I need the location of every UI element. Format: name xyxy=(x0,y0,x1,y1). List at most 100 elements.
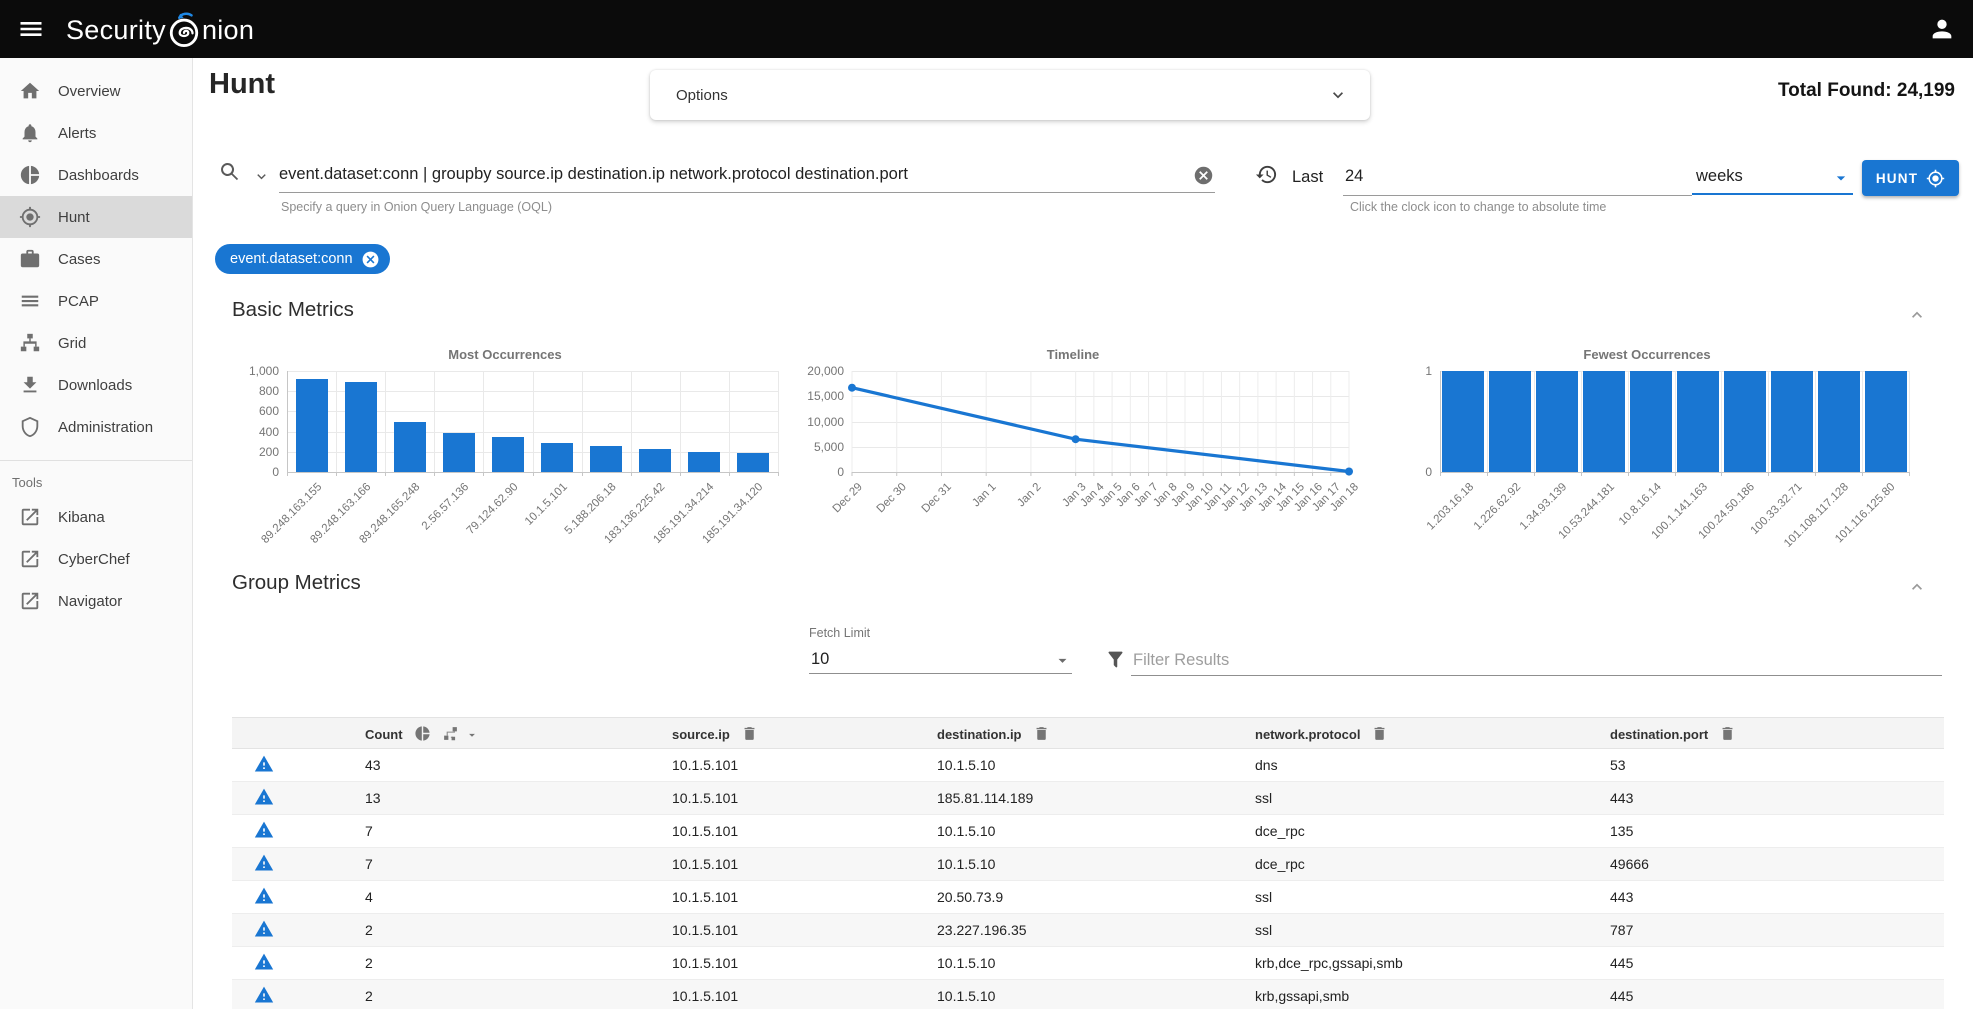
x-axis-tick-label: 2.56.57.136 xyxy=(420,481,471,532)
bar xyxy=(394,422,426,473)
column-header-label: Count xyxy=(365,727,403,742)
query-input[interactable] xyxy=(279,157,1215,193)
groupby-options-icon[interactable] xyxy=(442,725,459,742)
sidebar-item-dashboards[interactable]: Dashboards xyxy=(0,154,192,196)
sidebar-tool-cyberchef[interactable]: CyberChef xyxy=(0,538,192,580)
y-axis-tick-label: 600 xyxy=(209,404,279,418)
sidebar-item-pcap[interactable]: PCAP xyxy=(0,280,192,322)
sidebar-tool-kibana[interactable]: Kibana xyxy=(0,496,192,538)
filter-results-input[interactable] xyxy=(1131,646,1942,676)
column-header-network-protocol[interactable]: network.protocol xyxy=(1216,718,1571,749)
query-history-chevron-icon[interactable] xyxy=(253,168,270,185)
bar xyxy=(737,453,769,472)
chart-title: Fewest Occurrences xyxy=(1385,347,1909,362)
pie-icon xyxy=(19,164,41,186)
chart-title: Timeline xyxy=(797,347,1349,362)
cell-destination-ip: 20.50.73.9 xyxy=(898,881,1216,914)
basic-metrics-charts: Most Occurrences02004006008001,00089.248… xyxy=(193,346,1973,572)
external-link-icon xyxy=(19,590,41,612)
sidebar-item-administration[interactable]: Administration xyxy=(0,406,192,448)
filter-chip[interactable]: event.dataset:conn xyxy=(215,244,390,274)
axis-tick xyxy=(1487,472,1488,476)
row-alert-cell xyxy=(232,848,326,881)
time-unit-select[interactable]: weeks xyxy=(1692,157,1853,195)
clear-query-icon[interactable] xyxy=(1193,165,1214,186)
alert-triangle-icon[interactable] xyxy=(254,820,274,840)
column-header-destination-port[interactable]: destination.port xyxy=(1571,718,1944,749)
fetch-limit-select[interactable]: 10 xyxy=(809,645,1072,674)
table-row[interactable]: 210.1.5.10123.227.196.35ssl787 xyxy=(232,914,1944,947)
caret-down-icon[interactable] xyxy=(465,728,479,742)
alert-triangle-icon[interactable] xyxy=(254,787,274,807)
table-row[interactable]: 1310.1.5.101185.81.114.189ssl443 xyxy=(232,782,1944,815)
collapse-basic-metrics-icon[interactable] xyxy=(1907,305,1927,325)
options-panel[interactable]: Options xyxy=(650,70,1370,120)
sidebar-item-label: Downloads xyxy=(58,377,132,394)
table-row[interactable]: 410.1.5.10120.50.73.9ssl443 xyxy=(232,881,1944,914)
bar xyxy=(1536,371,1578,472)
sidebar-item-downloads[interactable]: Downloads xyxy=(0,364,192,406)
bell-icon xyxy=(19,122,41,144)
remove-column-icon[interactable] xyxy=(1719,725,1736,742)
table-row[interactable]: 710.1.5.10110.1.5.10dce_rpc135 xyxy=(232,815,1944,848)
bar xyxy=(1489,371,1531,472)
table-row[interactable]: 710.1.5.10110.1.5.10dce_rpc49666 xyxy=(232,848,1944,881)
cell-destination-port: 53 xyxy=(1571,749,1944,782)
bar xyxy=(688,452,720,472)
sidebar-item-cases[interactable]: Cases xyxy=(0,238,192,280)
y-axis-tick-label: 200 xyxy=(209,445,279,459)
time-helper-text: Click the clock icon to change to absolu… xyxy=(1350,200,1606,214)
gridline-v xyxy=(1534,371,1535,472)
sidebar-item-label: Hunt xyxy=(58,209,90,226)
remove-column-icon[interactable] xyxy=(1033,725,1050,742)
hunt-button[interactable]: HUNT xyxy=(1862,160,1959,196)
sidebar-item-overview[interactable]: Overview xyxy=(0,70,192,112)
page-title: Hunt xyxy=(209,68,275,101)
gridline-v xyxy=(287,371,288,472)
axis-tick xyxy=(1768,472,1769,476)
sidebar-item-grid[interactable]: Grid xyxy=(0,322,192,364)
table-header: Count source.ipdestination.ipnetwork.prot… xyxy=(232,718,1944,749)
alert-triangle-icon[interactable] xyxy=(254,985,274,1005)
y-axis-tick-label: 1,000 xyxy=(209,364,279,378)
sidebar-item-hunt[interactable]: Hunt xyxy=(0,196,192,238)
axis-tick xyxy=(1909,472,1910,476)
account-icon[interactable] xyxy=(1928,15,1956,43)
row-alert-cell xyxy=(232,947,326,980)
hunt-button-label: HUNT xyxy=(1876,171,1918,186)
table-row[interactable]: 4310.1.5.10110.1.5.10dns53 xyxy=(232,749,1944,782)
alert-triangle-icon[interactable] xyxy=(254,919,274,939)
duration-input[interactable] xyxy=(1343,157,1692,196)
total-found: Total Found: 24,199 xyxy=(1778,80,1955,102)
bar xyxy=(541,443,573,472)
table-row[interactable]: 210.1.5.10110.1.5.10krb,gssapi,smb445 xyxy=(232,980,1944,1009)
column-header-source-ip[interactable]: source.ip xyxy=(633,718,898,749)
y-axis-tick-label: 800 xyxy=(209,384,279,398)
home-icon xyxy=(19,80,41,102)
pie-chart-toggle-icon[interactable] xyxy=(414,725,431,742)
cell-destination-port: 49666 xyxy=(1571,848,1944,881)
sidebar-item-alerts[interactable]: Alerts xyxy=(0,112,192,154)
cell-source-ip: 10.1.5.101 xyxy=(633,947,898,980)
collapse-group-metrics-icon[interactable] xyxy=(1907,577,1927,597)
column-header-destination-ip[interactable]: destination.ip xyxy=(898,718,1216,749)
alert-triangle-icon[interactable] xyxy=(254,853,274,873)
remove-column-icon[interactable] xyxy=(1371,725,1388,742)
alert-triangle-icon[interactable] xyxy=(254,886,274,906)
axis-tick xyxy=(533,472,534,476)
alert-triangle-icon[interactable] xyxy=(254,952,274,972)
column-header-Count[interactable]: Count xyxy=(326,718,633,749)
x-axis-tick-label: 10.8.16.14 xyxy=(1617,481,1664,528)
gridline-v xyxy=(582,371,583,472)
sitemap-icon xyxy=(19,332,41,354)
sidebar-item-label: Grid xyxy=(58,335,86,352)
remove-filter-icon[interactable] xyxy=(361,250,380,269)
table-row[interactable]: 210.1.5.10110.1.5.10krb,dce_rpc,gssapi,s… xyxy=(232,947,1944,980)
axis-tick xyxy=(1675,472,1676,476)
menu-icon[interactable] xyxy=(17,15,45,43)
sidebar-tool-navigator[interactable]: Navigator xyxy=(0,580,192,622)
alert-triangle-icon[interactable] xyxy=(254,754,274,774)
remove-column-icon[interactable] xyxy=(741,725,758,742)
history-clock-icon[interactable] xyxy=(1255,163,1278,186)
brand-text-2: nion xyxy=(202,15,254,46)
